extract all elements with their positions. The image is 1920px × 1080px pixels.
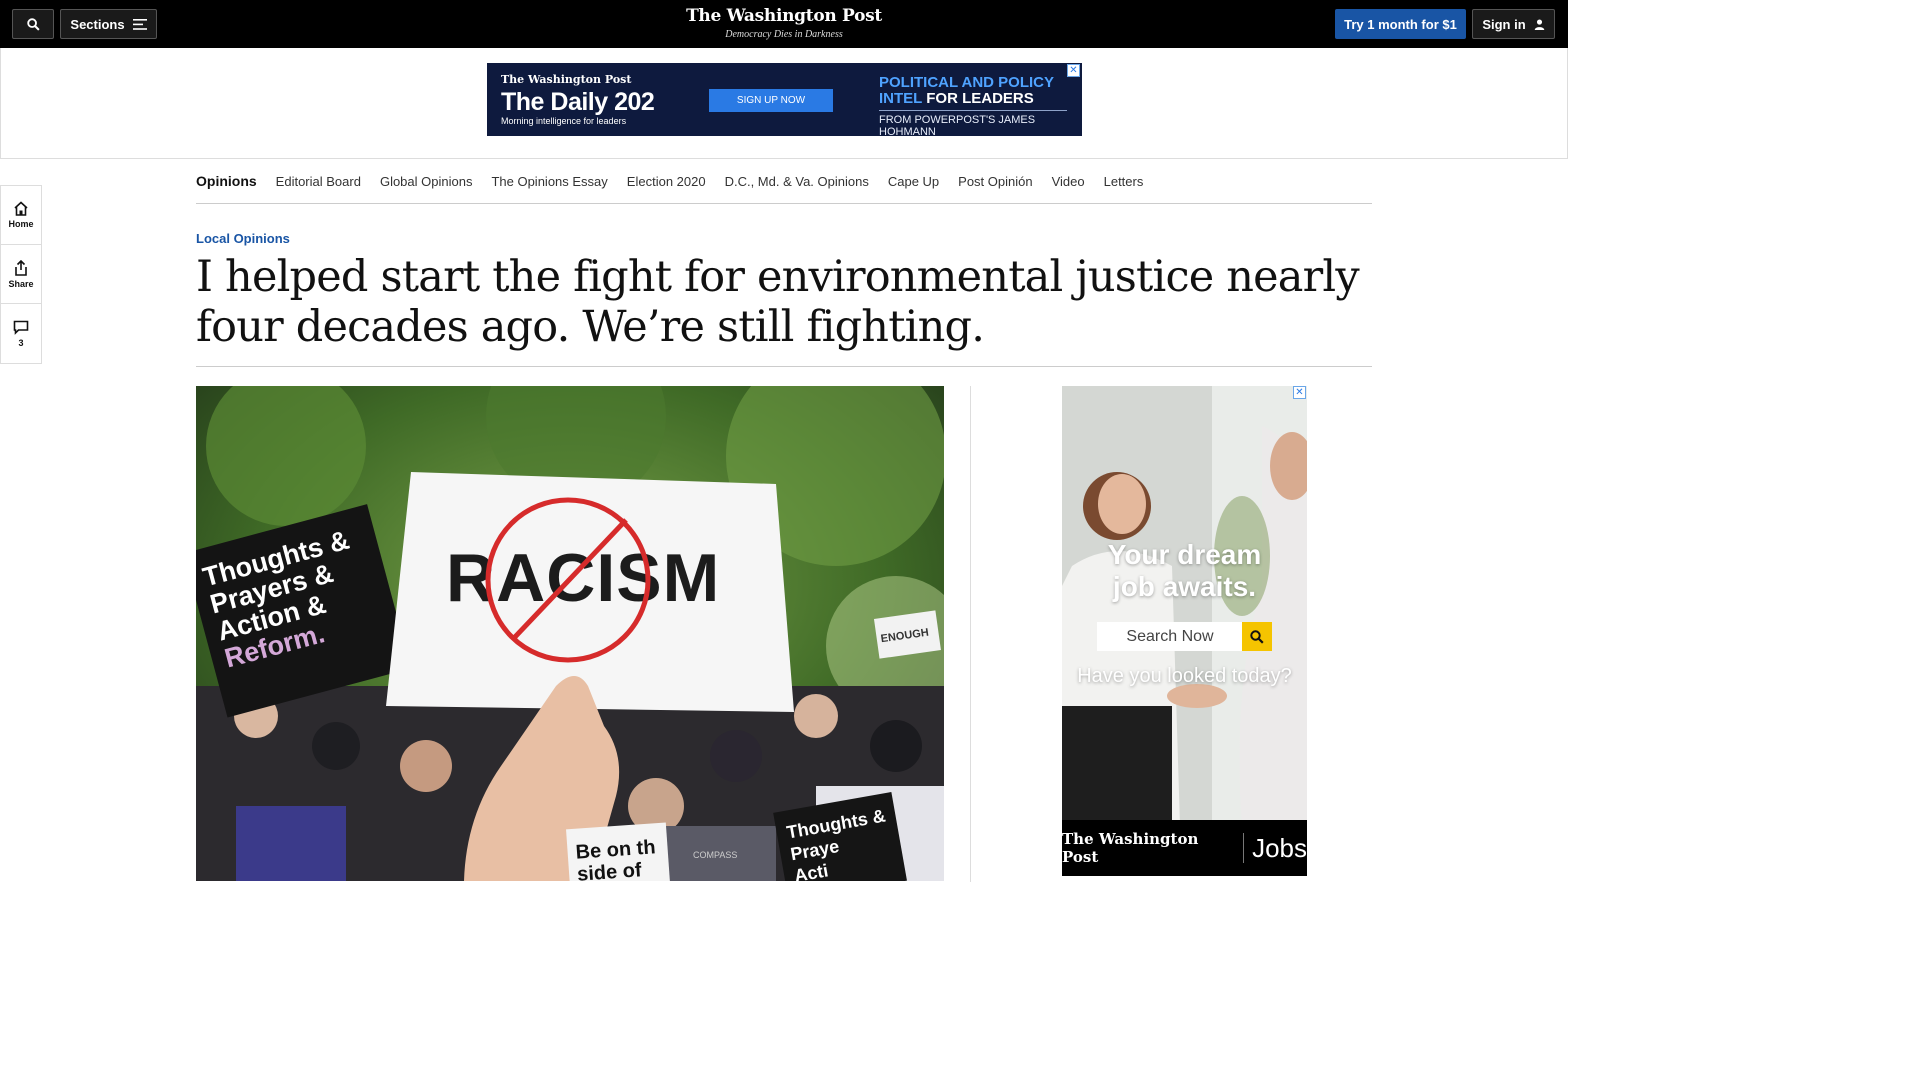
jobs-ad-headline-line-2: job awaits. — [1112, 571, 1257, 602]
sign-in-label: Sign in — [1482, 16, 1526, 32]
ad-close-icon[interactable]: ✕ — [1293, 386, 1306, 399]
top-ad-region: The Washington Post The Daily 202 Mornin… — [0, 48, 1568, 159]
rail-comments-count: 3 — [18, 337, 24, 348]
bottom-sign-line-2: side of — [576, 859, 642, 881]
subnav-item-cape-up[interactable]: Cape Up — [888, 174, 939, 189]
site-logo[interactable]: The Washington Post — [684, 6, 884, 26]
subnav-item-opinions-essay[interactable]: The Opinions Essay — [491, 174, 607, 189]
jobs-ad-footer: The Washington Post Jobs — [1062, 820, 1307, 876]
user-icon — [1534, 18, 1544, 30]
jobs-ad-jobs-label: Jobs — [1252, 832, 1307, 863]
protest-photo-illustration: Thoughts & Prayers & Action & Reform. EN… — [196, 386, 944, 881]
subnav-item-dc-md-va[interactable]: D.C., Md. & Va. Opinions — [725, 174, 869, 189]
subnav-item-global-opinions[interactable]: Global Opinions — [380, 174, 473, 189]
banner-headline: POLITICAL AND POLICY INTEL FOR LEADERS — [879, 75, 1082, 107]
banner-logo: The Washington Post — [501, 73, 632, 86]
rail-home-button[interactable]: Home — [1, 186, 41, 245]
jobs-ad-logo: The Washington Post — [1062, 830, 1199, 866]
banner-subtitle: Morning intelligence for leaders — [501, 116, 627, 126]
left-rail: Home Share 3 — [0, 185, 42, 364]
banner-byline: FROM POWERPOST'S JAMES HOHMANN — [879, 114, 1036, 138]
sections-button[interactable]: Sections — [60, 9, 157, 39]
home-icon — [14, 201, 28, 216]
jobs-search-button[interactable] — [1242, 622, 1272, 651]
banner-headline-white: FOR LEADERS — [926, 90, 1034, 107]
banner-title: The Daily 202 — [501, 88, 655, 116]
search-icon — [26, 17, 40, 31]
column-divider — [970, 386, 971, 882]
jobs-ad-headline-line-1: Your dream — [1107, 539, 1262, 570]
article-lead-photo: Thoughts & Prayers & Action & Reform. EN… — [196, 386, 944, 881]
rail-share-button[interactable]: Share — [1, 245, 41, 304]
rail-share-label: Share — [8, 278, 34, 289]
subscribe-button[interactable]: Try 1 month for $1 — [1335, 9, 1466, 39]
search-button[interactable] — [12, 9, 54, 39]
masthead[interactable]: The Washington Post Democracy Dies in Da… — [684, 6, 884, 40]
menu-icon — [132, 18, 147, 30]
bag-label-text: COMPASS — [693, 850, 737, 860]
jobs-side-ad[interactable]: Your dream job awaits. Search Now Have y… — [1062, 386, 1307, 876]
jobs-ad-separator — [1243, 833, 1245, 863]
subnav-item-video[interactable]: Video — [1052, 174, 1085, 189]
opinions-subnav: Opinions Editorial Board Global Opinions… — [196, 159, 1372, 204]
sign-in-button[interactable]: Sign in — [1472, 9, 1555, 39]
share-icon — [15, 259, 27, 276]
sections-label: Sections — [70, 16, 125, 32]
rail-home-label: Home — [8, 219, 34, 229]
search-icon — [1250, 629, 1264, 644]
site-tagline: Democracy Dies in Darkness — [725, 29, 843, 40]
rail-comments-button[interactable]: 3 — [1, 304, 41, 363]
subnav-item-letters[interactable]: Letters — [1104, 174, 1144, 189]
article-headline: I helped start the fight for environment… — [196, 252, 1360, 352]
jobs-search-input[interactable]: Search Now — [1097, 622, 1243, 651]
subnav-section-title[interactable]: Opinions — [196, 173, 257, 189]
comment-icon — [13, 320, 29, 335]
subnav-item-editorial-board[interactable]: Editorial Board — [276, 174, 361, 189]
banner-signup-button[interactable]: SIGN UP NOW — [709, 89, 833, 112]
headline-divider — [196, 366, 1372, 367]
article-kicker[interactable]: Local Opinions — [196, 231, 290, 246]
banner-divider — [879, 110, 1067, 111]
subnav-item-post-opinion[interactable]: Post Opinión — [958, 174, 1032, 189]
jobs-ad-headline: Your dream job awaits. — [1062, 539, 1307, 603]
subnav-item-election-2020[interactable]: Election 2020 — [627, 174, 706, 189]
jobs-ad-tagline: Have you looked today? — [1077, 665, 1292, 687]
ad-close-icon[interactable]: ✕ — [1067, 64, 1080, 77]
top-bar: Sections The Washington Post Democracy D… — [0, 0, 1568, 48]
daily-202-banner-ad[interactable]: The Washington Post The Daily 202 Mornin… — [487, 63, 1082, 138]
